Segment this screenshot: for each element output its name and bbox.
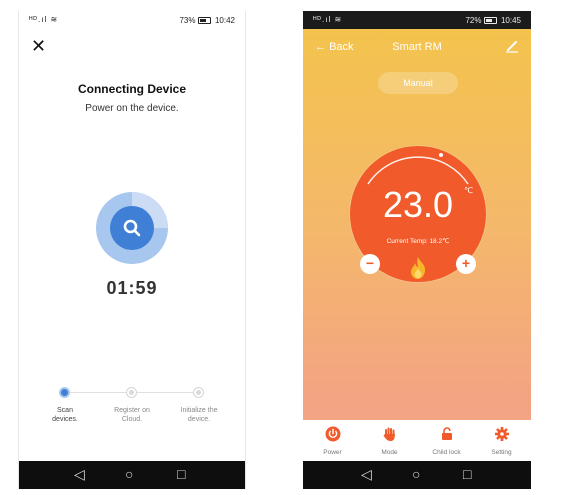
tab-power-label: Power: [323, 449, 342, 456]
step-2-indicator: [126, 387, 137, 398]
bottom-tab-bar: Power Mode Child lock Setting: [303, 420, 531, 461]
battery-percent: 72%: [465, 16, 482, 25]
nav-back-icon[interactable]: ◁: [361, 466, 372, 483]
battery-icon: [197, 17, 211, 25]
nav-home-icon[interactable]: ○: [412, 466, 420, 482]
nav-back-icon[interactable]: ◁: [74, 466, 85, 483]
power-icon: [325, 426, 340, 442]
nav-recent-icon[interactable]: □: [463, 466, 471, 482]
close-icon[interactable]: ✕: [31, 36, 46, 57]
status-bar: ᴴᴰ.ıl ≋ 72% 10:45: [303, 11, 531, 29]
tab-setting-label: Setting: [491, 449, 512, 456]
page-title: Smart RM: [392, 41, 442, 53]
countdown-timer: 01:59: [106, 278, 158, 298]
settings-icon: [196, 390, 201, 395]
status-time: 10:45: [500, 16, 521, 25]
smart-rm-screen: ᴴᴰ.ıl ≋ 72% 10:45 ← Back Smart RM Manual…: [303, 11, 531, 489]
lock-icon: [441, 427, 452, 440]
android-nav-bar: ◁ ○ □: [19, 461, 245, 489]
signal-indicator: ᴴᴰ.ıl ≋: [313, 15, 343, 24]
tab-child-lock[interactable]: Child lock: [418, 426, 475, 456]
tab-setting[interactable]: Setting: [473, 426, 530, 456]
step-2-label: Register on Cloud.: [114, 407, 150, 423]
progress-steps: Scan devices. Register on Cloud. Initializ…: [19, 387, 245, 427]
nav-recent-icon[interactable]: □: [177, 466, 185, 482]
signal-indicator: ᴴᴰ.ıl ≋: [29, 15, 59, 24]
hand-icon: [383, 427, 395, 441]
page-subtitle: Power on the device.: [85, 103, 179, 114]
step-1-label: Scan devices.: [52, 407, 78, 423]
battery-percent: 73%: [179, 16, 196, 25]
connecting-device-screen: ᴴᴰ.ıl ≋ 73% 10:42 ✕ Connecting Device Po…: [18, 11, 246, 489]
tab-mode-label: Mode: [381, 449, 398, 456]
mode-pill-manual[interactable]: Manual: [378, 72, 458, 94]
step-3-indicator: [193, 387, 204, 398]
android-nav-bar: ◁ ○ □: [303, 461, 531, 489]
step-3-label: Initialize the device.: [180, 407, 218, 423]
search-icon: [110, 206, 154, 250]
tab-child-lock-label: Child lock: [432, 449, 461, 456]
status-time: 10:42: [214, 16, 235, 25]
tab-mode[interactable]: Mode: [361, 426, 418, 456]
step-connector: [134, 392, 196, 393]
dial-progress-arc: [367, 153, 469, 185]
dial-handle[interactable]: [439, 153, 443, 157]
nav-home-icon[interactable]: ○: [125, 466, 133, 482]
step-connector: [65, 392, 129, 393]
page-title: Connecting Device: [77, 82, 187, 96]
app-header: ← Back Smart RM: [303, 37, 531, 57]
edit-icon[interactable]: [505, 40, 519, 58]
step-1-indicator: [59, 387, 70, 398]
tab-power[interactable]: Power: [304, 426, 361, 456]
status-bar: ᴴᴰ.ıl ≋ 73% 10:42: [19, 11, 245, 29]
cloud-icon: [129, 390, 134, 395]
battery-icon: [483, 17, 497, 25]
gear-icon: [494, 427, 509, 441]
